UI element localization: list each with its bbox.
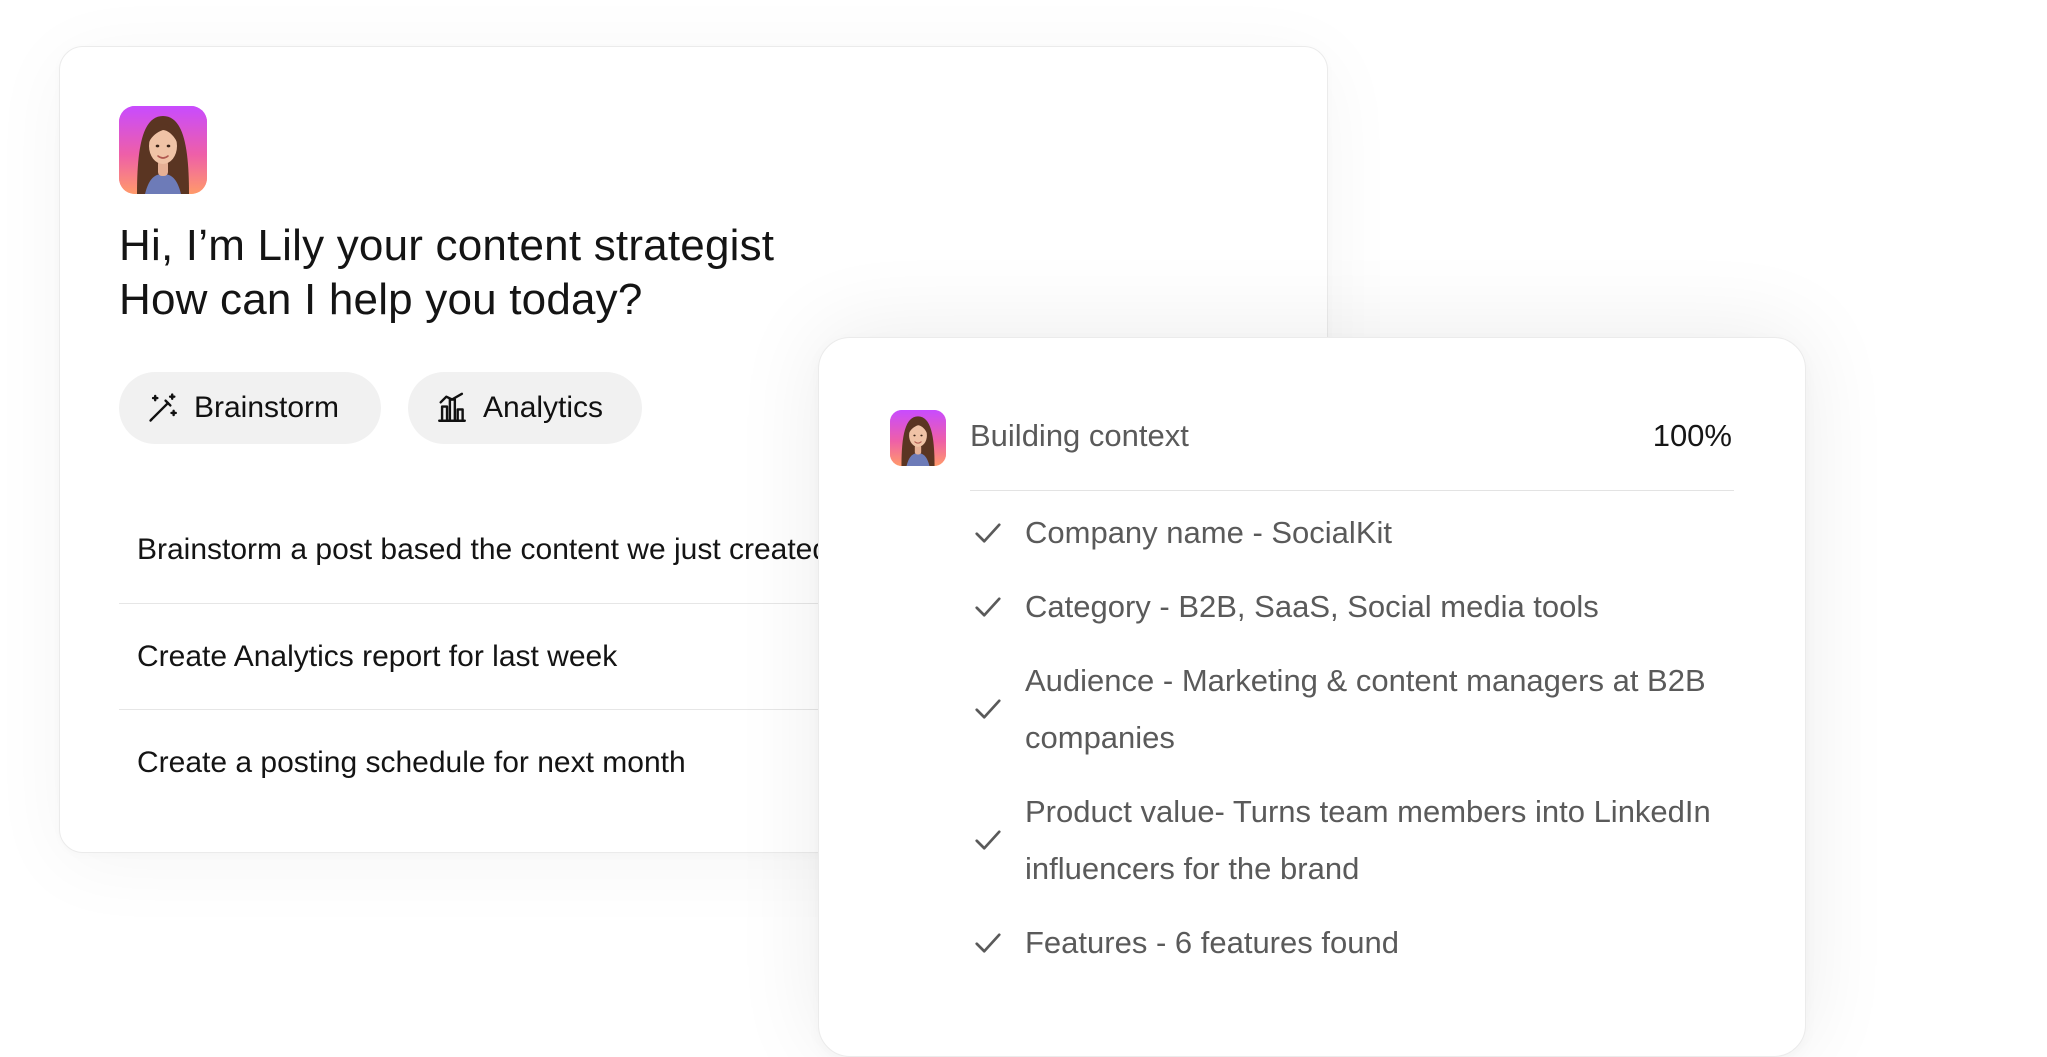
checklist-item: Company name - SocialKit <box>970 504 1740 561</box>
context-title: Building context <box>970 418 1189 453</box>
checklist-item-text: Audience - Marketing & content managers … <box>1025 663 1706 755</box>
analytics-chart-icon <box>438 392 466 422</box>
brainstorm-chip-label: Brainstorm <box>194 391 340 424</box>
checklist-item: Product value- Turns team members into L… <box>970 783 1740 897</box>
greeting-line-1: Hi, I’m Lily your content strategist <box>119 221 775 270</box>
checklist-item-text: Company name - SocialKit <box>1025 515 1392 550</box>
context-progress-percent: 100% <box>1652 418 1732 453</box>
avatar-portrait-icon <box>890 410 946 466</box>
check-icon <box>970 691 1006 727</box>
check-icon <box>970 515 1006 551</box>
checklist-item-text: Product value- Turns team members into L… <box>1025 794 1711 886</box>
avatar <box>119 106 207 194</box>
avatar <box>890 410 946 466</box>
analytics-chip-label: Analytics <box>483 391 604 424</box>
checklist-item: Audience - Marketing & content managers … <box>970 652 1740 766</box>
building-context-panel: Building context 100% Company name - Soc… <box>818 337 1806 1057</box>
greeting: Hi, I’m Lily your content strategist How… <box>119 219 774 327</box>
brainstorm-chip[interactable]: Brainstorm <box>119 372 381 444</box>
checklist-item-text: Features - 6 features found <box>1025 925 1399 960</box>
greeting-line-2: How can I help you today? <box>119 275 643 324</box>
analytics-chip[interactable]: Analytics <box>408 372 642 444</box>
checklist-item: Features - 6 features found <box>970 914 1740 971</box>
check-icon <box>970 589 1006 625</box>
magic-wand-icon <box>149 393 177 422</box>
check-icon <box>970 822 1006 858</box>
context-checklist: Company name - SocialKit Category - B2B,… <box>970 504 1740 988</box>
check-icon <box>970 925 1006 961</box>
divider <box>970 490 1734 491</box>
avatar-portrait-icon <box>119 106 207 194</box>
checklist-item-text: Category - B2B, SaaS, Social media tools <box>1025 589 1599 624</box>
checklist-item: Category - B2B, SaaS, Social media tools <box>970 578 1740 635</box>
